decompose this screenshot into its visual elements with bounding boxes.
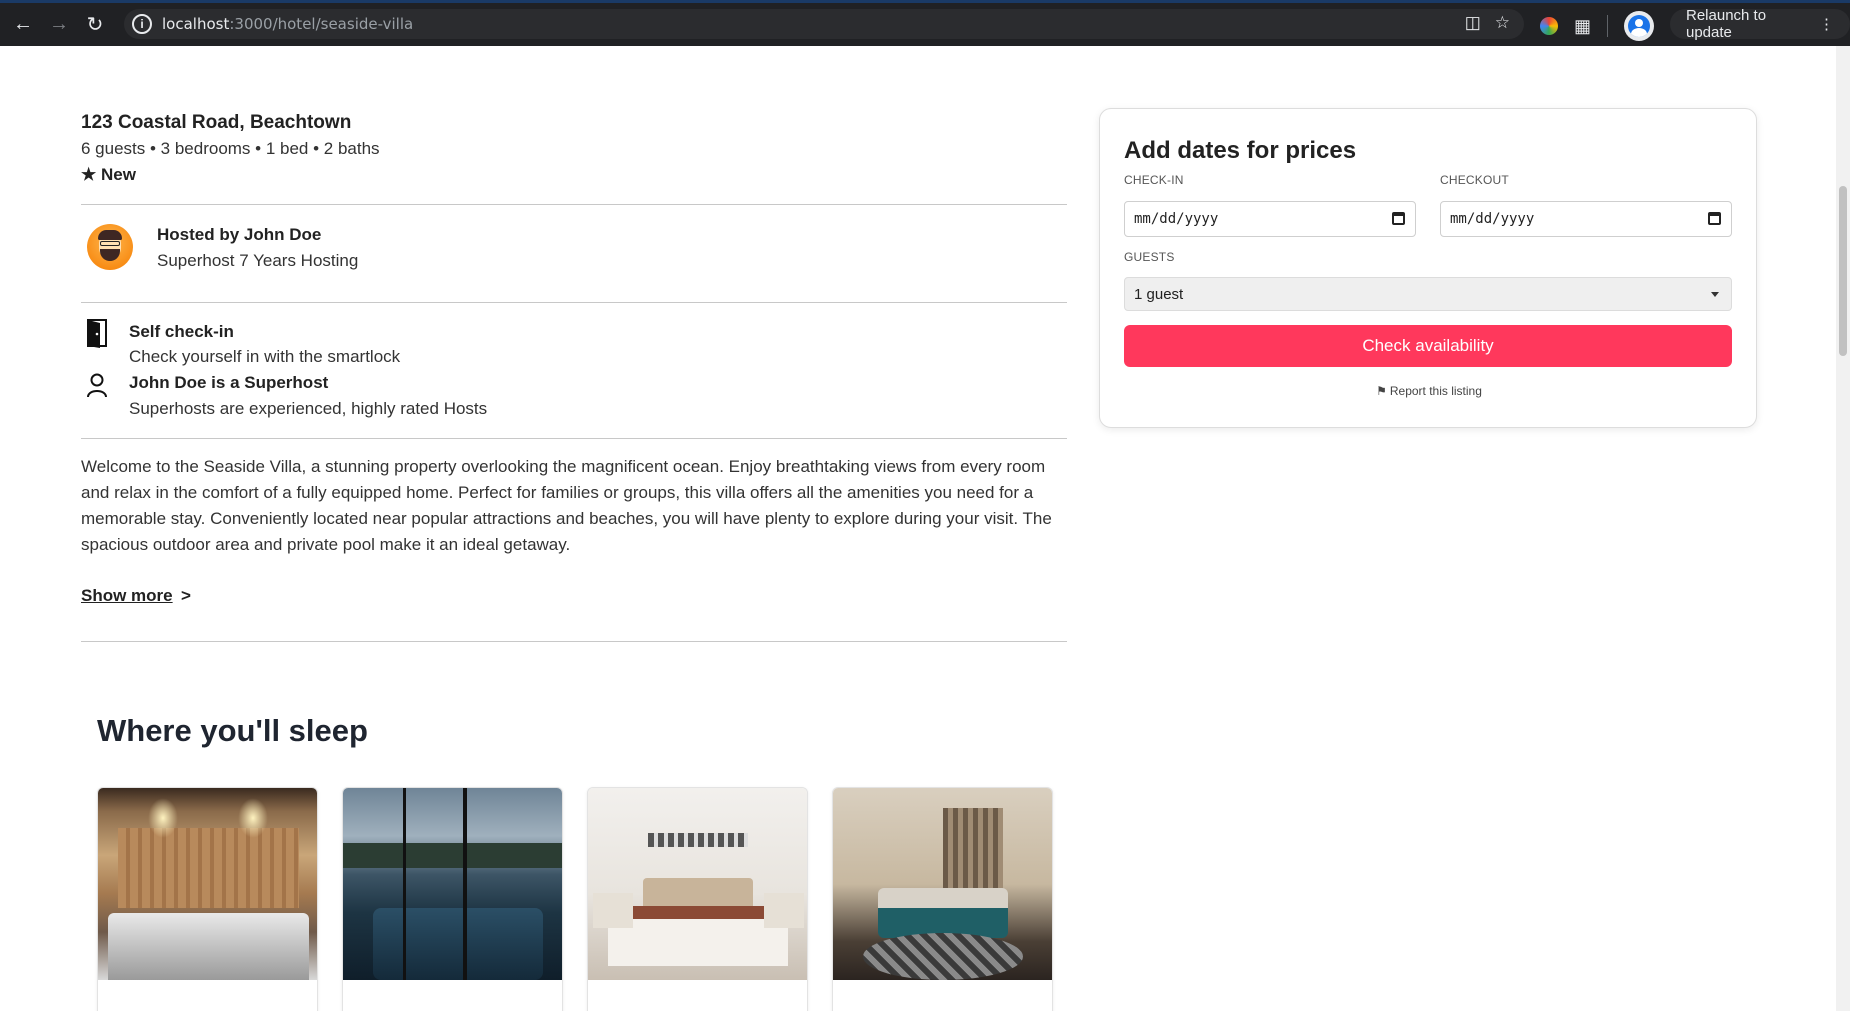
extension-color-icon[interactable] <box>1540 17 1558 35</box>
guests-value: 1 guest <box>1134 285 1184 303</box>
relaunch-button[interactable]: Relaunch to update ⋮ <box>1670 7 1850 41</box>
checkout-date-placeholder: mm/dd/yyyy <box>1450 211 1535 227</box>
door-icon <box>87 319 107 348</box>
room-photo <box>98 788 317 980</box>
room-card[interactable] <box>97 787 318 1011</box>
report-listing-link[interactable]: ⚑ Report this listing <box>1100 384 1758 398</box>
feature-text: Check yourself in with the smartlock <box>129 347 401 366</box>
url-path: :3000/hotel/seaside-villa <box>229 15 414 33</box>
forward-icon[interactable]: → <box>41 7 77 43</box>
toolbar-divider <box>1607 15 1609 37</box>
room-photo <box>343 788 562 980</box>
calendar-icon[interactable] <box>1392 212 1405 225</box>
flag-icon: ⚑ <box>1376 384 1387 398</box>
divider <box>81 204 1067 205</box>
booking-title: Add dates for prices <box>1124 137 1357 164</box>
install-app-icon[interactable]: ◫ <box>1465 13 1481 33</box>
room-card[interactable] <box>832 787 1053 1011</box>
divider <box>81 641 1067 642</box>
booking-card: Add dates for prices CHECK-IN CHECKOUT m… <box>1099 108 1757 428</box>
checkin-label: CHECK-IN <box>1124 173 1184 187</box>
feature-title: John Doe is a Superhost <box>129 373 329 392</box>
browser-toolbar: ← → ↻ i localhost:3000/hotel/seaside-vil… <box>0 0 1850 46</box>
room-card[interactable] <box>587 787 808 1011</box>
listing-badge: ★ New <box>81 165 136 184</box>
room-photo <box>588 788 807 980</box>
host-subtitle: Superhost 7 Years Hosting <box>157 251 359 270</box>
room-card[interactable] <box>342 787 563 1011</box>
reload-icon[interactable]: ↻ <box>77 7 113 43</box>
url-host: localhost <box>162 15 230 33</box>
relaunch-label: Relaunch to update <box>1686 7 1767 41</box>
guests-label: GUESTS <box>1124 250 1175 264</box>
more-vert-icon[interactable]: ⋮ <box>1819 15 1834 33</box>
listing-description: Welcome to the Seaside Villa, a stunning… <box>81 457 1052 554</box>
site-info-icon[interactable]: i <box>132 14 152 34</box>
checkin-date-input[interactable]: mm/dd/yyyy <box>1124 201 1416 237</box>
bookmark-star-icon[interactable]: ☆ <box>1495 13 1510 33</box>
checkin-date-placeholder: mm/dd/yyyy <box>1134 211 1219 227</box>
check-availability-button[interactable]: Check availability <box>1124 325 1732 367</box>
calendar-icon[interactable] <box>1708 212 1721 225</box>
room-photo <box>833 788 1052 980</box>
listing-address: 123 Coastal Road, Beachtown <box>81 112 352 133</box>
scrollbar-thumb[interactable] <box>1839 186 1847 356</box>
chevron-down-icon <box>1711 292 1719 297</box>
back-icon[interactable]: ← <box>5 7 41 43</box>
extensions-puzzle-icon[interactable]: ▦ <box>1574 16 1591 37</box>
listing-specs: 6 guests • 3 bedrooms • 1 bed • 2 baths <box>81 139 380 158</box>
guests-select[interactable]: 1 guest <box>1124 277 1732 311</box>
report-listing-label: Report this listing <box>1389 384 1482 398</box>
host-avatar <box>87 224 133 270</box>
show-more-arrow[interactable]: > <box>181 586 191 606</box>
sleep-section-title: Where you'll sleep <box>97 713 368 748</box>
divider <box>81 438 1067 439</box>
feature-text: Superhosts are experienced, highly rated… <box>129 399 488 418</box>
user-icon <box>87 373 107 398</box>
page-content: 123 Coastal Road, Beachtown 6 guests • 3… <box>0 46 1836 1011</box>
page-scrollbar[interactable] <box>1836 46 1850 1011</box>
host-name: Hosted by John Doe <box>157 225 322 244</box>
address-bar[interactable]: i localhost:3000/hotel/seaside-villa ◫ ☆ <box>124 9 1524 39</box>
feature-title: Self check-in <box>129 322 234 341</box>
show-more-link[interactable]: Show more <box>81 586 173 606</box>
checkout-date-input[interactable]: mm/dd/yyyy <box>1440 201 1732 237</box>
checkout-label: CHECKOUT <box>1440 173 1509 187</box>
profile-avatar-icon[interactable] <box>1624 11 1655 41</box>
divider <box>81 302 1067 303</box>
